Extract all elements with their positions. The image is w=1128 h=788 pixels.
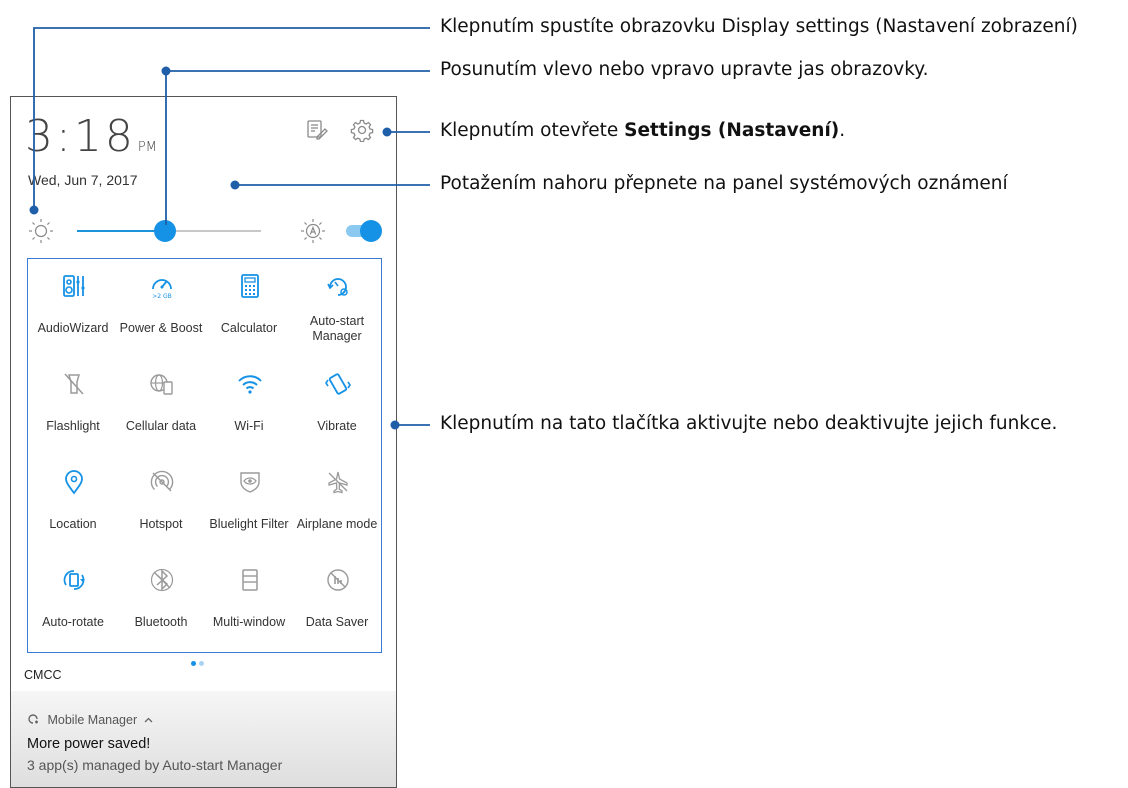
callout-settings: Klepnutím otevřete Settings (Nastavení). — [440, 120, 845, 141]
callout-settings-prefix: Klepnutím otevřete — [440, 120, 625, 141]
callout-dot-display — [29, 205, 39, 215]
callout-dot-swipe — [230, 180, 240, 190]
callout-tiles: Klepnutím na tato tlačítka aktivujte neb… — [440, 413, 1058, 434]
callout-display-settings: Klepnutím spustíte obrazovku Display set… — [440, 16, 1078, 37]
callout-settings-suffix: . — [839, 120, 846, 141]
callout-line-brightness — [165, 70, 430, 225]
callout-swipe-up: Potažením nahoru přepnete na panel systé… — [440, 173, 1008, 194]
callout-brightness: Posunutím vlevo nebo vpravo upravte jas … — [440, 59, 929, 80]
callout-dot-tiles — [390, 420, 400, 430]
callout-dot-brightness — [161, 66, 171, 76]
callout-dot-settings — [382, 127, 392, 137]
callout-settings-bold: Settings (Nastavení) — [624, 120, 840, 141]
callout-lines — [29, 27, 430, 430]
